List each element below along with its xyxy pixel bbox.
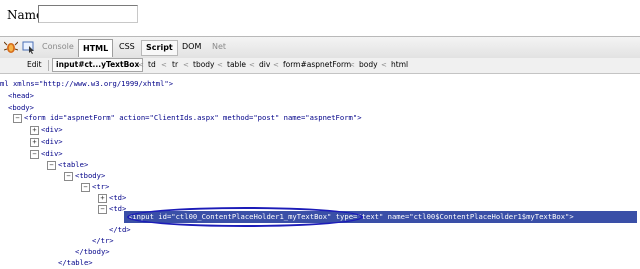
tab-script[interactable]: Script <box>141 40 178 56</box>
breadcrumb-item-html[interactable]: html <box>391 59 408 71</box>
tab-css[interactable]: CSS <box>115 40 139 54</box>
edit-button[interactable]: Edit <box>27 59 42 71</box>
expand-toggle-icon[interactable]: + <box>30 138 39 147</box>
tab-console[interactable]: Console <box>38 40 78 54</box>
breadcrumb-item-tr[interactable]: tr <box>172 59 178 71</box>
html-panel-toolbar: Edit input#ct...yTextBox < td < tr < tbo… <box>0 58 640 74</box>
breadcrumb-item-tbody[interactable]: tbody <box>193 59 215 71</box>
collapse-toggle-icon[interactable]: − <box>64 172 73 181</box>
annotation-ellipse <box>127 207 363 227</box>
expand-toggle-icon[interactable]: + <box>30 126 39 135</box>
collapse-toggle-icon[interactable]: − <box>47 161 56 170</box>
collapse-toggle-icon[interactable]: − <box>13 114 22 123</box>
table-close-node[interactable]: </table> <box>58 257 93 269</box>
breadcrumb-item-form[interactable]: form#aspnetForm <box>283 59 351 71</box>
breadcrumb-item-table[interactable]: table <box>227 59 246 71</box>
page-content: Name: <box>0 0 640 36</box>
tr-node[interactable]: <tr> <box>92 181 109 193</box>
firebug-tab-bar: Console HTML CSS Script DOM Net <box>0 36 640 59</box>
breadcrumb-separator: < <box>183 61 189 69</box>
collapse-toggle-icon[interactable]: − <box>81 183 90 192</box>
breadcrumb-separator: < <box>273 61 279 69</box>
tab-net[interactable]: Net <box>208 40 230 54</box>
breadcrumb-separator: < <box>249 61 255 69</box>
inspect-icon[interactable] <box>22 40 36 54</box>
breadcrumb-separator: < <box>138 61 144 69</box>
tab-html[interactable]: HTML <box>78 39 114 57</box>
div-node[interactable]: <div> <box>41 124 63 136</box>
head-node[interactable]: <head> <box>8 90 34 102</box>
collapse-toggle-icon[interactable]: − <box>30 150 39 159</box>
breadcrumb-item-td[interactable]: td <box>148 59 156 71</box>
form-node[interactable]: <form id="aspnetForm" action="ClientIds.… <box>24 112 362 124</box>
div-node[interactable]: <div> <box>41 136 63 148</box>
breadcrumb-item-div[interactable]: div <box>259 59 270 71</box>
html-node-line[interactable]: ml xmlns="http://www.w3.org/1999/xhtml"> <box>0 78 173 90</box>
breadcrumb-item-body[interactable]: body <box>359 59 378 71</box>
tab-dom[interactable]: DOM <box>178 40 205 54</box>
toolbar-divider <box>48 60 49 71</box>
firebug-bug-icon[interactable] <box>4 40 18 54</box>
breadcrumb-item-input[interactable]: input#ct...yTextBox <box>52 58 144 72</box>
name-input[interactable] <box>38 5 138 23</box>
expand-toggle-icon[interactable]: + <box>98 194 107 203</box>
breadcrumb-separator: < <box>161 61 167 69</box>
breadcrumb-separator: < <box>381 61 387 69</box>
breadcrumb-separator: < <box>349 61 355 69</box>
breadcrumb-separator: < <box>217 61 223 69</box>
collapse-toggle-icon[interactable]: − <box>98 205 107 214</box>
